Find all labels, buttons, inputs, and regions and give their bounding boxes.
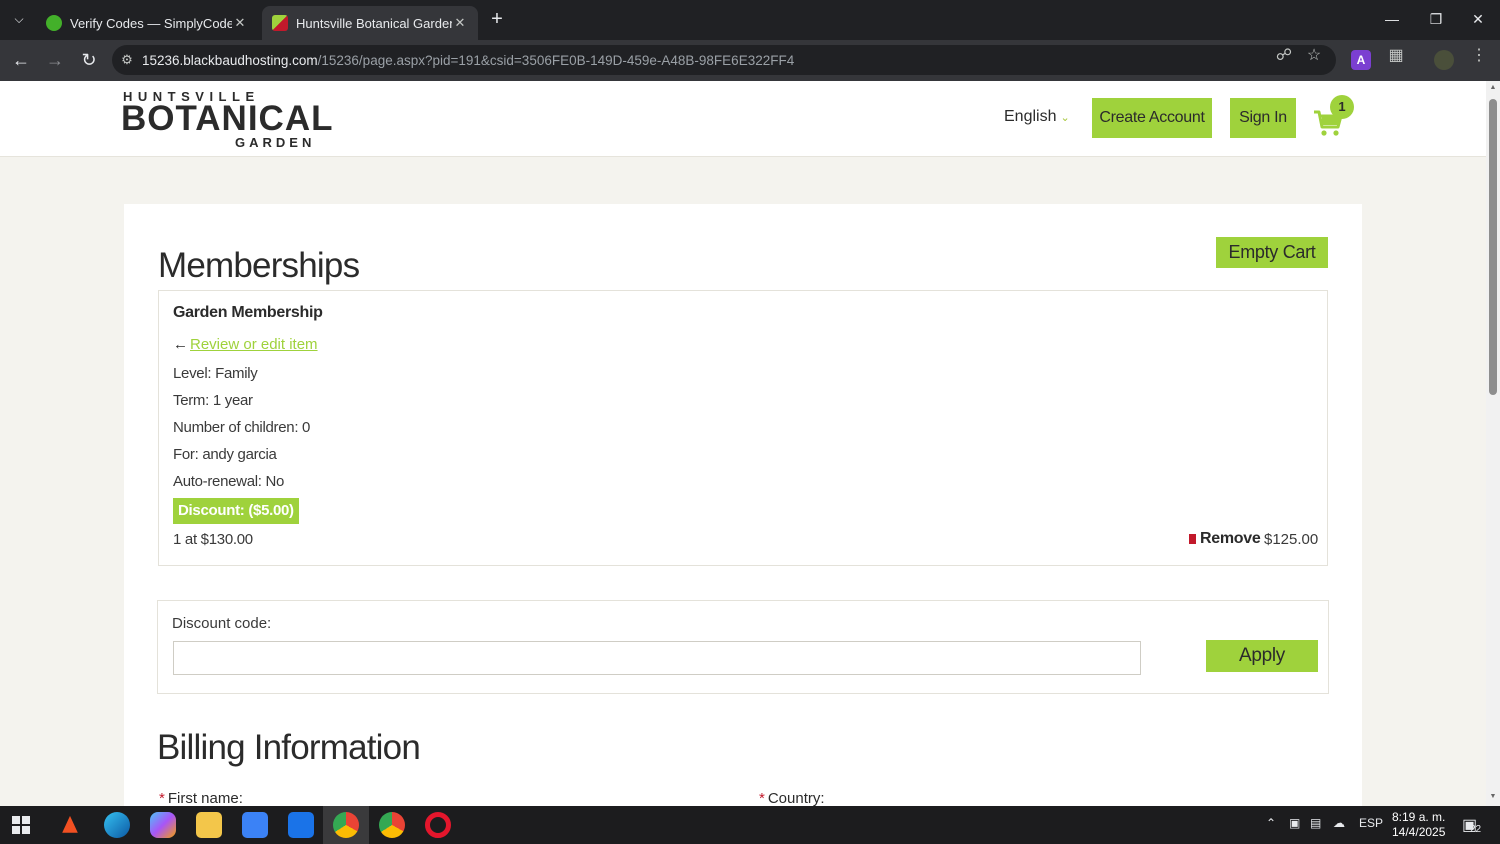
simplycodes-favicon-icon <box>46 15 62 31</box>
back-icon[interactable]: ← <box>8 48 34 72</box>
address-bar[interactable]: ⚙ 15236.blackbaudhosting.com/15236/page.… <box>112 45 1336 75</box>
app-icon[interactable] <box>62 815 78 833</box>
meet-icon[interactable]: ▣ <box>1289 816 1300 830</box>
translate-icon[interactable]: ☍ <box>1272 45 1296 65</box>
trash-icon <box>1189 534 1196 544</box>
huntsville-botanical-garden-logo[interactable]: HUNTSVILLE BOTANICAL GARDEN <box>121 89 333 150</box>
item-total-price: $125.00 <box>1264 531 1319 548</box>
item-quantity-price: 1 at $130.00 <box>173 531 253 548</box>
taskbar: ⌃ ▣ ▤ ☁ ESP 8:19 a. m. 14/4/2025 ▣ 22 <box>0 806 1500 844</box>
memberships-heading: Memberships <box>158 246 360 285</box>
chrome-profile-icon[interactable] <box>379 812 405 838</box>
browser-toolbar: ← → ↻ ⚙ 15236.blackbaudhosting.com/15236… <box>0 40 1500 81</box>
minimize-icon[interactable]: — <box>1372 6 1412 32</box>
item-level: Level: Family <box>173 365 258 382</box>
scroll-up-icon[interactable]: ▲ <box>1489 84 1497 91</box>
review-edit-link[interactable]: ← Review or edit item <box>173 336 318 353</box>
cart-item: Garden Membership ← Review or edit item L… <box>158 290 1328 566</box>
chrome-icon[interactable] <box>333 812 359 838</box>
discount-badge: Discount: ($5.00) <box>173 498 299 524</box>
profile-avatar-icon[interactable] <box>1434 50 1454 70</box>
discount-code-section: Discount code: Apply <box>157 600 1329 694</box>
tab-title: Huntsville Botanical Garden <box>296 15 452 31</box>
input-language[interactable]: ESP <box>1359 816 1383 830</box>
copilot-icon[interactable] <box>150 812 176 838</box>
forward-icon[interactable]: → <box>42 48 68 72</box>
close-window-icon[interactable]: ✕ <box>1458 6 1498 32</box>
garden-favicon-icon <box>272 15 288 31</box>
item-title: Garden Membership <box>173 304 323 321</box>
item-auto-renewal: Auto-renewal: No <box>173 473 285 490</box>
chevron-down-icon: ⌄ <box>1060 112 1070 124</box>
edge-icon[interactable] <box>104 812 130 838</box>
tab-simplycodes[interactable]: Verify Codes — SimplyCodes ✕ <box>36 6 258 40</box>
scroll-down-icon[interactable]: ▼ <box>1489 793 1497 800</box>
tray-overflow-icon[interactable]: ⌃ <box>1266 816 1276 830</box>
apply-button[interactable]: Apply <box>1206 640 1318 672</box>
language-selector[interactable]: English ⌄ <box>1004 108 1070 126</box>
file-explorer-icon[interactable] <box>196 812 222 838</box>
scroll-thumb[interactable] <box>1489 99 1497 395</box>
page-scrollbar[interactable]: ▲ ▼ <box>1486 81 1500 806</box>
network-icon[interactable]: ▤ <box>1310 816 1321 830</box>
remove-button[interactable]: Remove <box>1189 530 1261 548</box>
microsoft-store-icon[interactable] <box>242 812 268 838</box>
restore-icon[interactable]: ❐ <box>1416 6 1456 32</box>
tab-close-icon[interactable]: ✕ <box>232 15 248 31</box>
reload-icon[interactable]: ↻ <box>76 48 102 72</box>
tab-search-icon[interactable]: ⌵ <box>8 8 30 30</box>
site-header: HUNTSVILLE BOTANICAL GARDEN English ⌄ Cre… <box>0 81 1486 157</box>
cart-button[interactable]: 1 <box>1312 95 1358 139</box>
notification-count: 22 <box>1470 824 1482 835</box>
system-clock[interactable]: 8:19 a. m. 14/4/2025 <box>1392 810 1445 840</box>
discount-code-label: Discount code: <box>172 615 272 632</box>
review-edit-link-text[interactable]: Review or edit item <box>190 336 318 353</box>
browser-tab-bar: ⌵ Verify Codes — SimplyCodes ✕ Huntsvill… <box>0 0 1500 40</box>
bookmark-star-icon[interactable]: ☆ <box>1302 45 1326 65</box>
first-name-label: * First name: <box>159 790 243 807</box>
discount-code-input[interactable] <box>173 641 1141 675</box>
extensions-puzzle-icon[interactable]: ▦ <box>1384 45 1408 65</box>
tab-title: Verify Codes — SimplyCodes <box>70 15 232 31</box>
country-label: * Country: <box>759 790 825 807</box>
item-term: Term: 1 year <box>173 392 253 409</box>
item-children: Number of children: 0 <box>173 419 311 436</box>
opera-icon[interactable] <box>425 812 451 838</box>
tab-close-icon[interactable]: ✕ <box>452 15 468 31</box>
sign-in-button[interactable]: Sign In <box>1230 98 1296 138</box>
create-account-button[interactable]: Create Account <box>1092 98 1212 138</box>
onedrive-icon[interactable]: ☁ <box>1333 816 1345 830</box>
arrow-left-icon: ← <box>173 336 188 353</box>
empty-cart-button[interactable]: Empty Cart <box>1216 237 1328 268</box>
billing-information-heading: Billing Information <box>157 728 421 767</box>
windows-start-icon[interactable] <box>12 816 30 834</box>
url-text: 15236.blackbaudhosting.com/15236/page.as… <box>142 52 795 68</box>
cart-card: Memberships Empty Cart Garden Membership… <box>124 204 1362 814</box>
cart-count-badge: 1 <box>1330 95 1354 119</box>
browser-menu-icon[interactable]: ⋮ <box>1467 45 1491 65</box>
site-info-icon[interactable]: ⚙ <box>112 52 142 68</box>
outlook-icon[interactable] <box>288 812 314 838</box>
extension-a-icon[interactable]: A <box>1351 50 1371 70</box>
tab-huntsville-botanical-garden[interactable]: Huntsville Botanical Garden ✕ <box>262 6 478 40</box>
item-for: For: andy garcia <box>173 446 277 463</box>
new-tab-icon[interactable]: + <box>486 8 508 30</box>
